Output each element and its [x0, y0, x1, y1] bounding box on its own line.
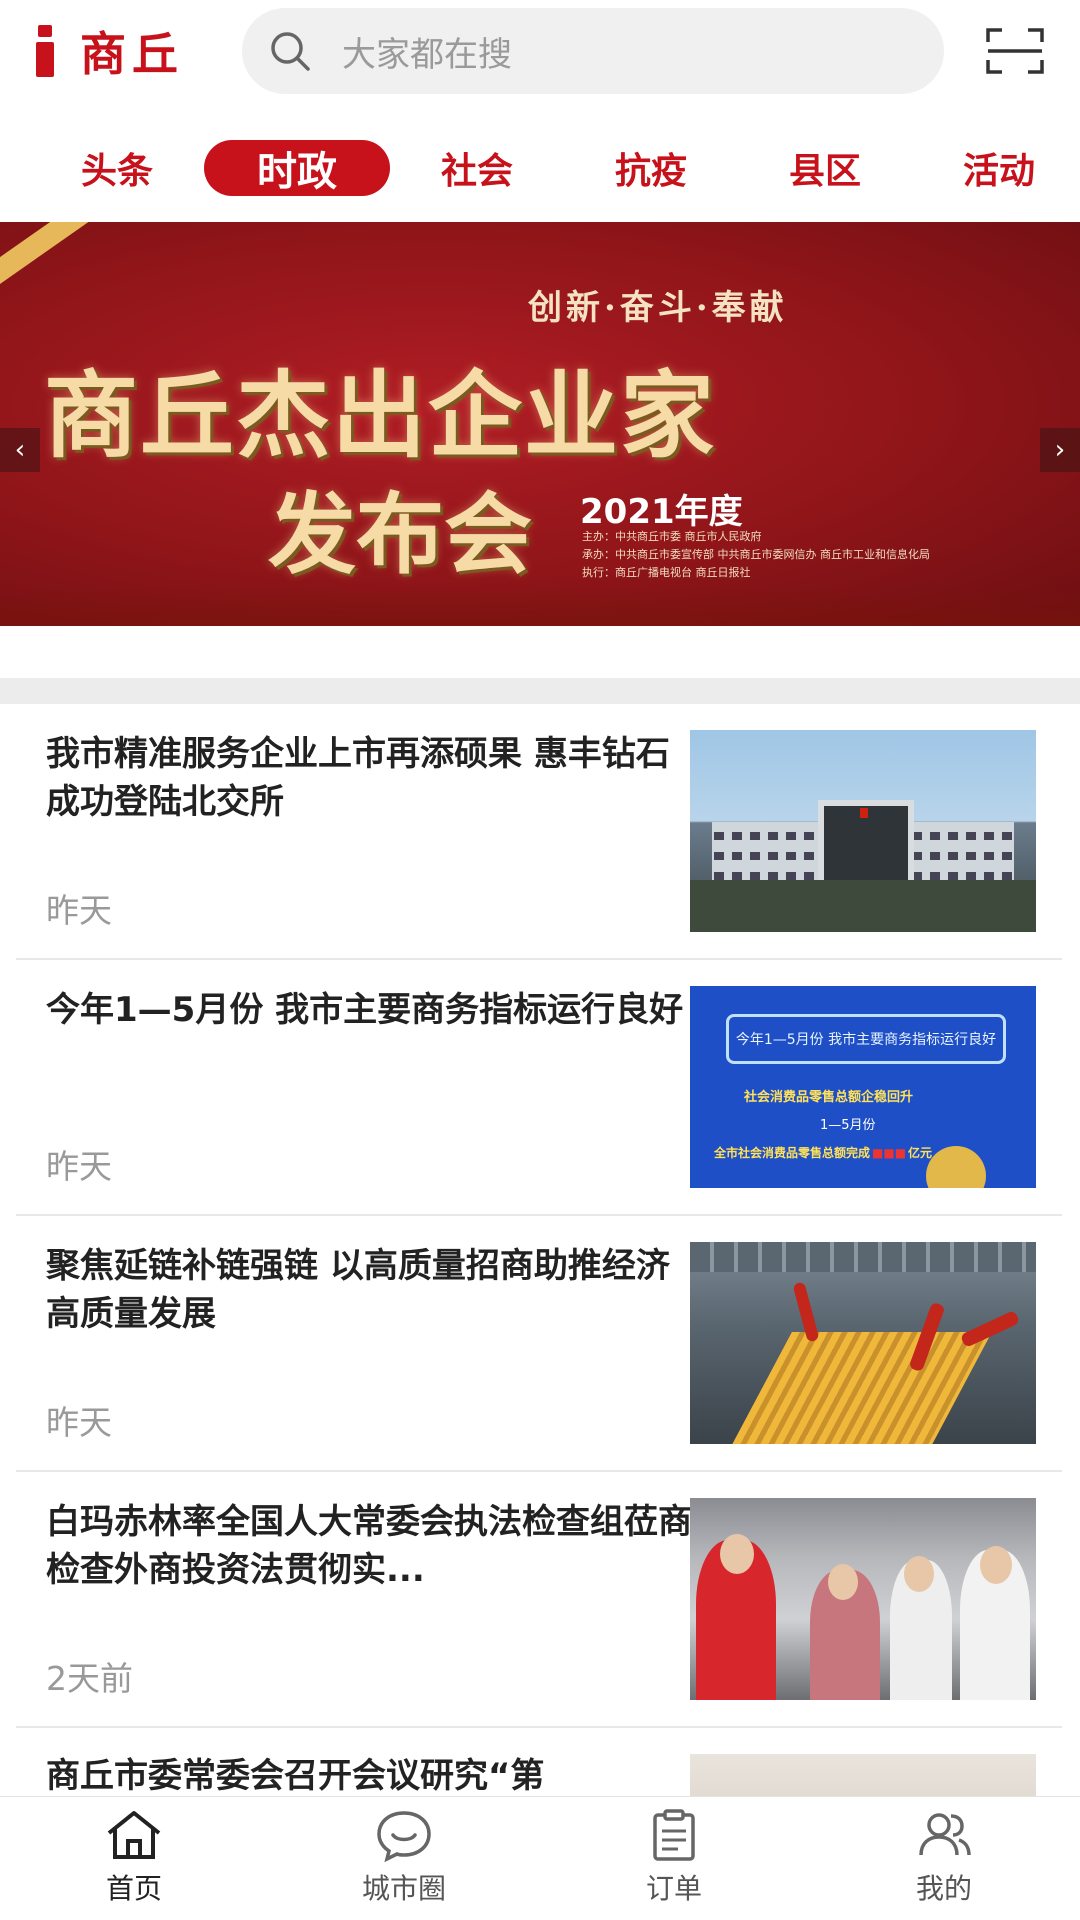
nav-home-label: 首页 — [105, 1872, 162, 1905]
news-item[interactable]: 聚焦延链补链强链 以高质量招商助推经济高质量发展 昨天 — [16, 1216, 1062, 1472]
tab-headline[interactable]: 头条 — [58, 140, 176, 196]
thumbnail-text: 社会消费品零售总额企稳回升 — [744, 1090, 914, 1105]
nav-city-circle[interactable]: 城市圈 — [324, 1807, 484, 1915]
nav-city-circle-label: 城市圈 — [361, 1872, 446, 1905]
scan-icon[interactable] — [986, 26, 1044, 76]
banner-slogan: 创新·奋斗·奉献 — [528, 288, 788, 328]
tab-activities[interactable]: 活动 — [940, 140, 1058, 196]
news-item[interactable]: 白玛赤林率全国人大常委会执法检查组莅商检查外商投资法贯彻实... 2天前 — [16, 1472, 1062, 1728]
nav-orders[interactable]: 订单 — [594, 1807, 754, 1915]
nav-mine[interactable]: 我的 — [864, 1807, 1024, 1915]
news-time: 昨天 — [46, 1147, 112, 1186]
banner-credits: 主办：中共商丘市委 商丘市人民政府 承办：中共商丘市委宣传部 中共商丘市委网信办… — [582, 528, 930, 582]
news-title: 我市精准服务企业上市再添硕果 惠丰钻石成功登陆北交所 — [46, 734, 670, 822]
news-thumbnail — [690, 1242, 1036, 1444]
nav-mine-label: 我的 — [915, 1872, 972, 1905]
tab-society[interactable]: 社会 — [418, 140, 536, 196]
app-screen: 商丘 大家都在搜 头条 时政 社会 抗疫 县区 活动 创新·奋斗·奉献 商丘杰出… — [0, 0, 1080, 1920]
news-time: 昨天 — [46, 891, 112, 930]
news-thumbnail: 今年1—5月份 我市主要商务指标运行良好 社会消费品零售总额企稳回升 1—5月份… — [690, 986, 1036, 1188]
news-title: 聚焦延链补链强链 以高质量招商助推经济高质量发展 — [46, 1246, 670, 1334]
news-item[interactable]: 今年1—5月份 我市主要商务指标运行良好 昨天 今年1—5月份 我市主要商务指标… — [16, 960, 1062, 1216]
nav-home[interactable]: 首页 — [54, 1807, 214, 1915]
banner-bottom-glow — [0, 586, 1080, 626]
tab-counties[interactable]: 县区 — [766, 140, 884, 196]
category-tabs: 头条 时政 社会 抗疫 县区 活动 — [0, 130, 1080, 206]
section-divider — [0, 678, 1080, 704]
news-list: 我市精准服务企业上市再添硕果 惠丰钻石成功登陆北交所 昨天 今年1—5月份 我市… — [0, 704, 1080, 1796]
bottom-nav: 首页 城市圈 订单 我的 — [0, 1796, 1080, 1920]
news-time: 昨天 — [46, 1403, 112, 1442]
thumbnail-text: 全市社会消费品零售总额完成 ■■■ 亿元 — [714, 1146, 933, 1160]
carousel-next-arrow-icon[interactable]: › — [1040, 428, 1080, 472]
logo-text: 商丘 — [80, 27, 184, 81]
top-bar: 商丘 大家都在搜 — [0, 0, 1080, 110]
news-item[interactable]: 商丘市委常委会召开会议研究“第 — [16, 1728, 1062, 1796]
home-icon — [107, 1811, 161, 1859]
thumbnail-text: 1—5月份 — [820, 1118, 876, 1133]
news-thumbnail — [690, 1754, 1036, 1796]
banner-carousel[interactable]: 创新·奋斗·奉献 商丘杰出企业家 发布会 2021年度 主办：中共商丘市委 商丘… — [0, 222, 1080, 626]
users-icon — [919, 1813, 971, 1856]
tab-anti-epidemic[interactable]: 抗疫 — [592, 140, 710, 196]
carousel-prev-arrow-icon[interactable]: ‹ — [0, 428, 40, 472]
tab-politics[interactable]: 时政 — [204, 140, 390, 196]
search-placeholder: 大家都在搜 — [342, 34, 512, 75]
news-title: 白玛赤林率全国人大常委会执法检查组莅商检查外商投资法贯彻实... — [46, 1502, 692, 1590]
clipboard-icon — [653, 1809, 695, 1861]
banner-corner-ribbon — [0, 222, 113, 292]
banner-credit-line: 承办：中共商丘市委宣传部 中共商丘市委网信办 商丘市工业和信息化局 — [582, 548, 930, 561]
news-thumbnail — [690, 1498, 1036, 1700]
banner-headline-line2: 发布会 — [268, 482, 533, 586]
banner-credit-line: 执行：商丘广播电视台 商丘日报社 — [582, 566, 751, 579]
banner-year: 2021年度 — [580, 492, 743, 532]
news-title: 今年1—5月份 我市主要商务指标运行良好 — [46, 990, 684, 1030]
search-bar[interactable]: 大家都在搜 — [242, 8, 944, 94]
news-item[interactable]: 我市精准服务企业上市再添硕果 惠丰钻石成功登陆北交所 昨天 — [16, 704, 1062, 960]
banner-headline-line1: 商丘杰出企业家 — [44, 361, 717, 471]
thumbnail-text-tail: 亿元 — [908, 1146, 933, 1160]
app-logo[interactable]: 商丘 — [36, 16, 184, 86]
banner-credit-line: 主办：中共商丘市委 商丘市人民政府 — [582, 530, 762, 543]
logo-i-mark — [36, 25, 54, 77]
thumbnail-text-head: 全市社会消费品零售总额完成 — [714, 1146, 871, 1160]
news-title: 商丘市委常委会召开会议研究“第 — [46, 1756, 545, 1796]
nav-orders-label: 订单 — [645, 1872, 702, 1905]
search-icon — [271, 32, 310, 71]
news-time: 2天前 — [46, 1659, 133, 1698]
chat-bubble-icon — [377, 1811, 431, 1863]
thumbnail-caption-box: 今年1—5月份 我市主要商务指标运行良好 — [726, 1014, 1006, 1064]
news-thumbnail — [690, 730, 1036, 932]
